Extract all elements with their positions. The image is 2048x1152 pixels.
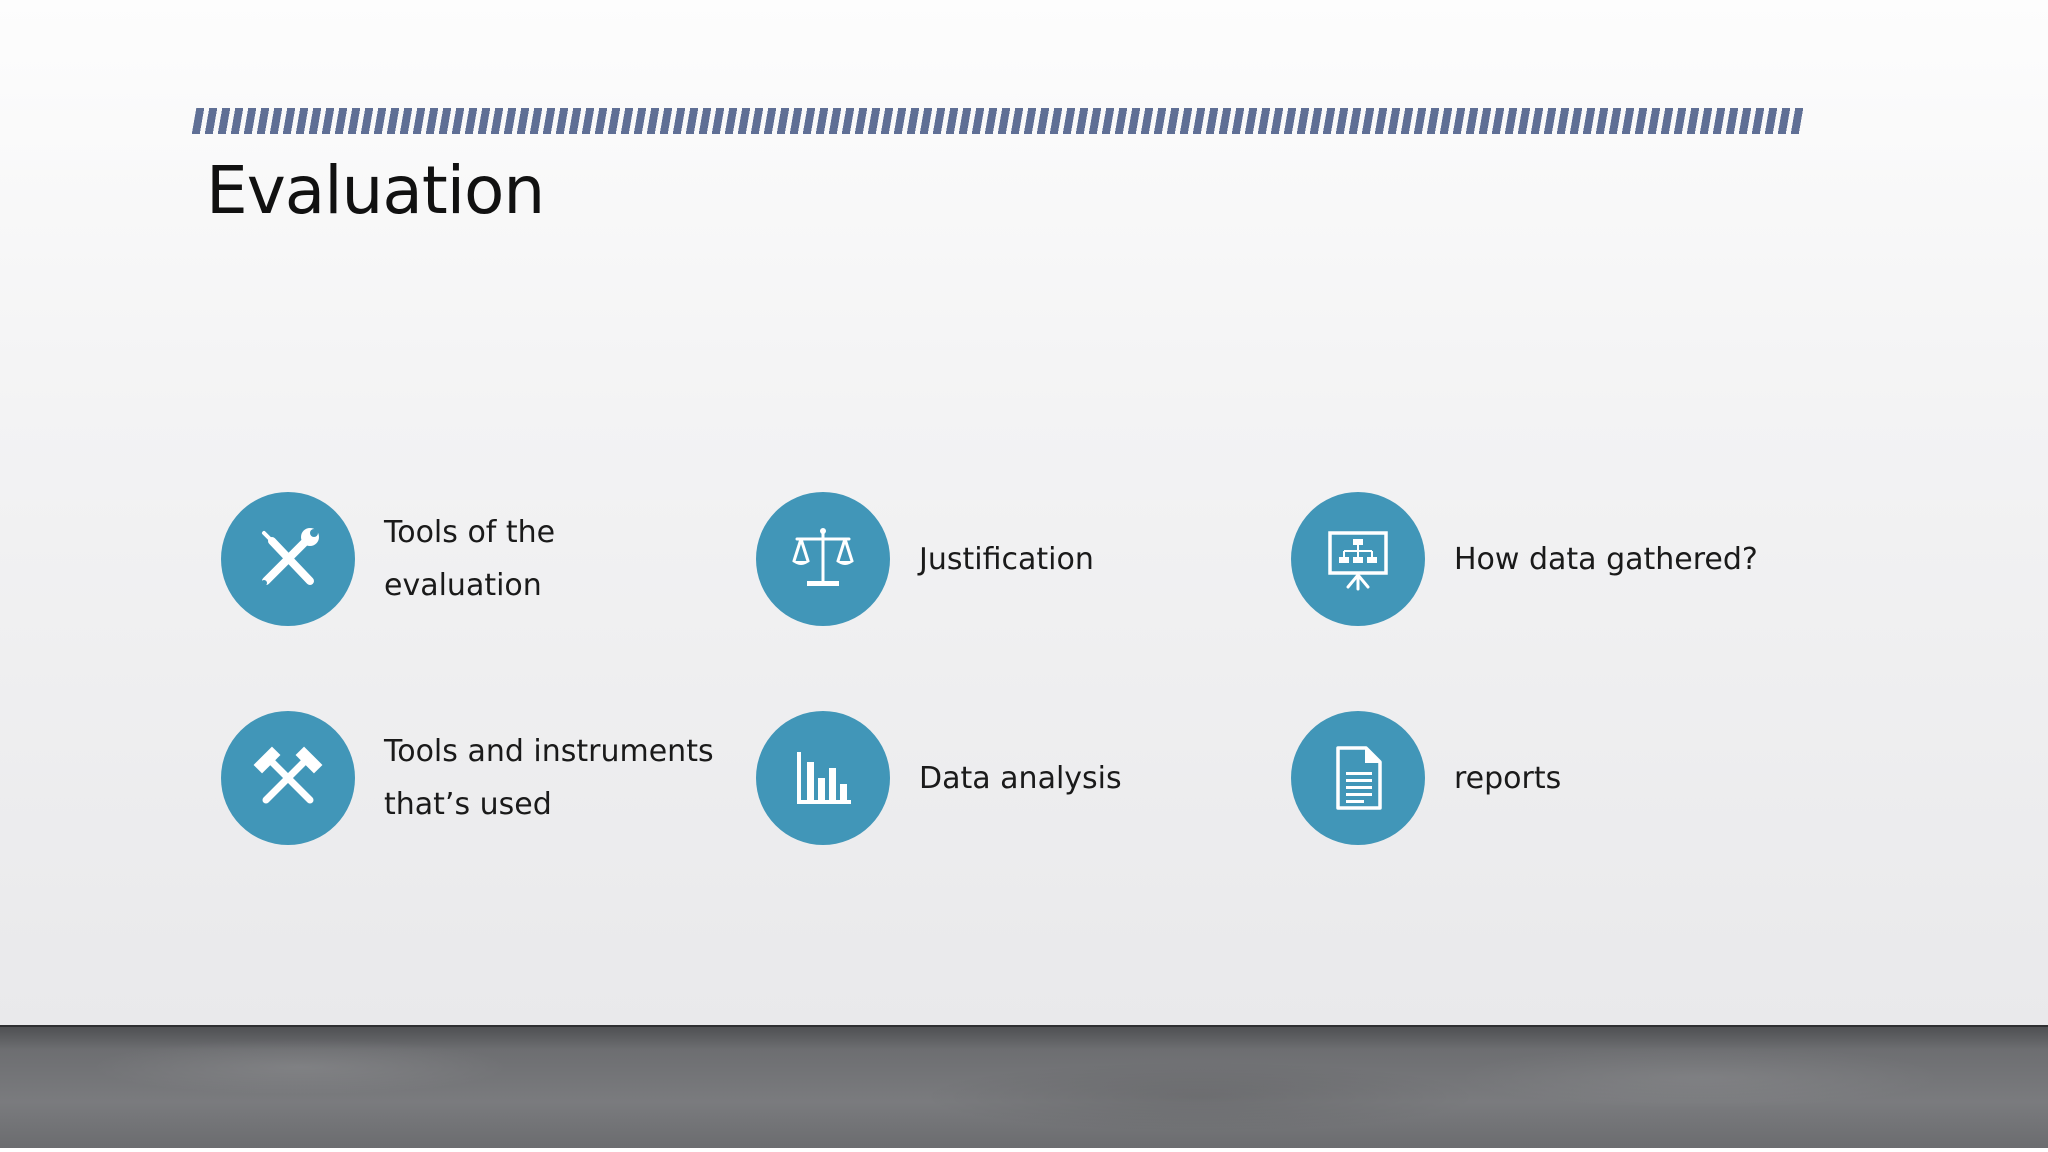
item-how-data-gathered: How data gathered?	[1291, 492, 1811, 628]
item-tools-of-evaluation: Tools of the evaluation	[221, 492, 741, 628]
item-label: Tools and instruments that’s used	[384, 734, 714, 822]
item-label: reports	[1454, 760, 1562, 796]
tools-icon	[221, 492, 355, 626]
slide-title: Evaluation	[206, 152, 545, 229]
document-icon	[1291, 711, 1425, 845]
item-data-analysis: Data analysis	[756, 711, 1276, 847]
item-tools-and-instruments: Tools and instruments that’s used	[221, 711, 741, 847]
item-justification: Justification	[756, 492, 1276, 628]
floor-background	[0, 1027, 2048, 1152]
item-reports: reports	[1291, 711, 1811, 847]
hammers-icon	[221, 711, 355, 845]
item-label: Data analysis	[919, 760, 1122, 796]
floor-bottom-edge	[0, 1148, 2048, 1152]
decorative-stripe-bar	[191, 108, 1805, 134]
slide: Evaluation Tools of the evaluation Justi…	[0, 0, 2048, 1152]
scales-icon	[756, 492, 890, 626]
bar-chart-icon	[756, 711, 890, 845]
item-label: Tools of the evaluation	[384, 515, 556, 603]
item-label: How data gathered?	[1454, 541, 1758, 577]
presentation-board-icon	[1291, 492, 1425, 626]
item-label: Justification	[919, 541, 1094, 577]
